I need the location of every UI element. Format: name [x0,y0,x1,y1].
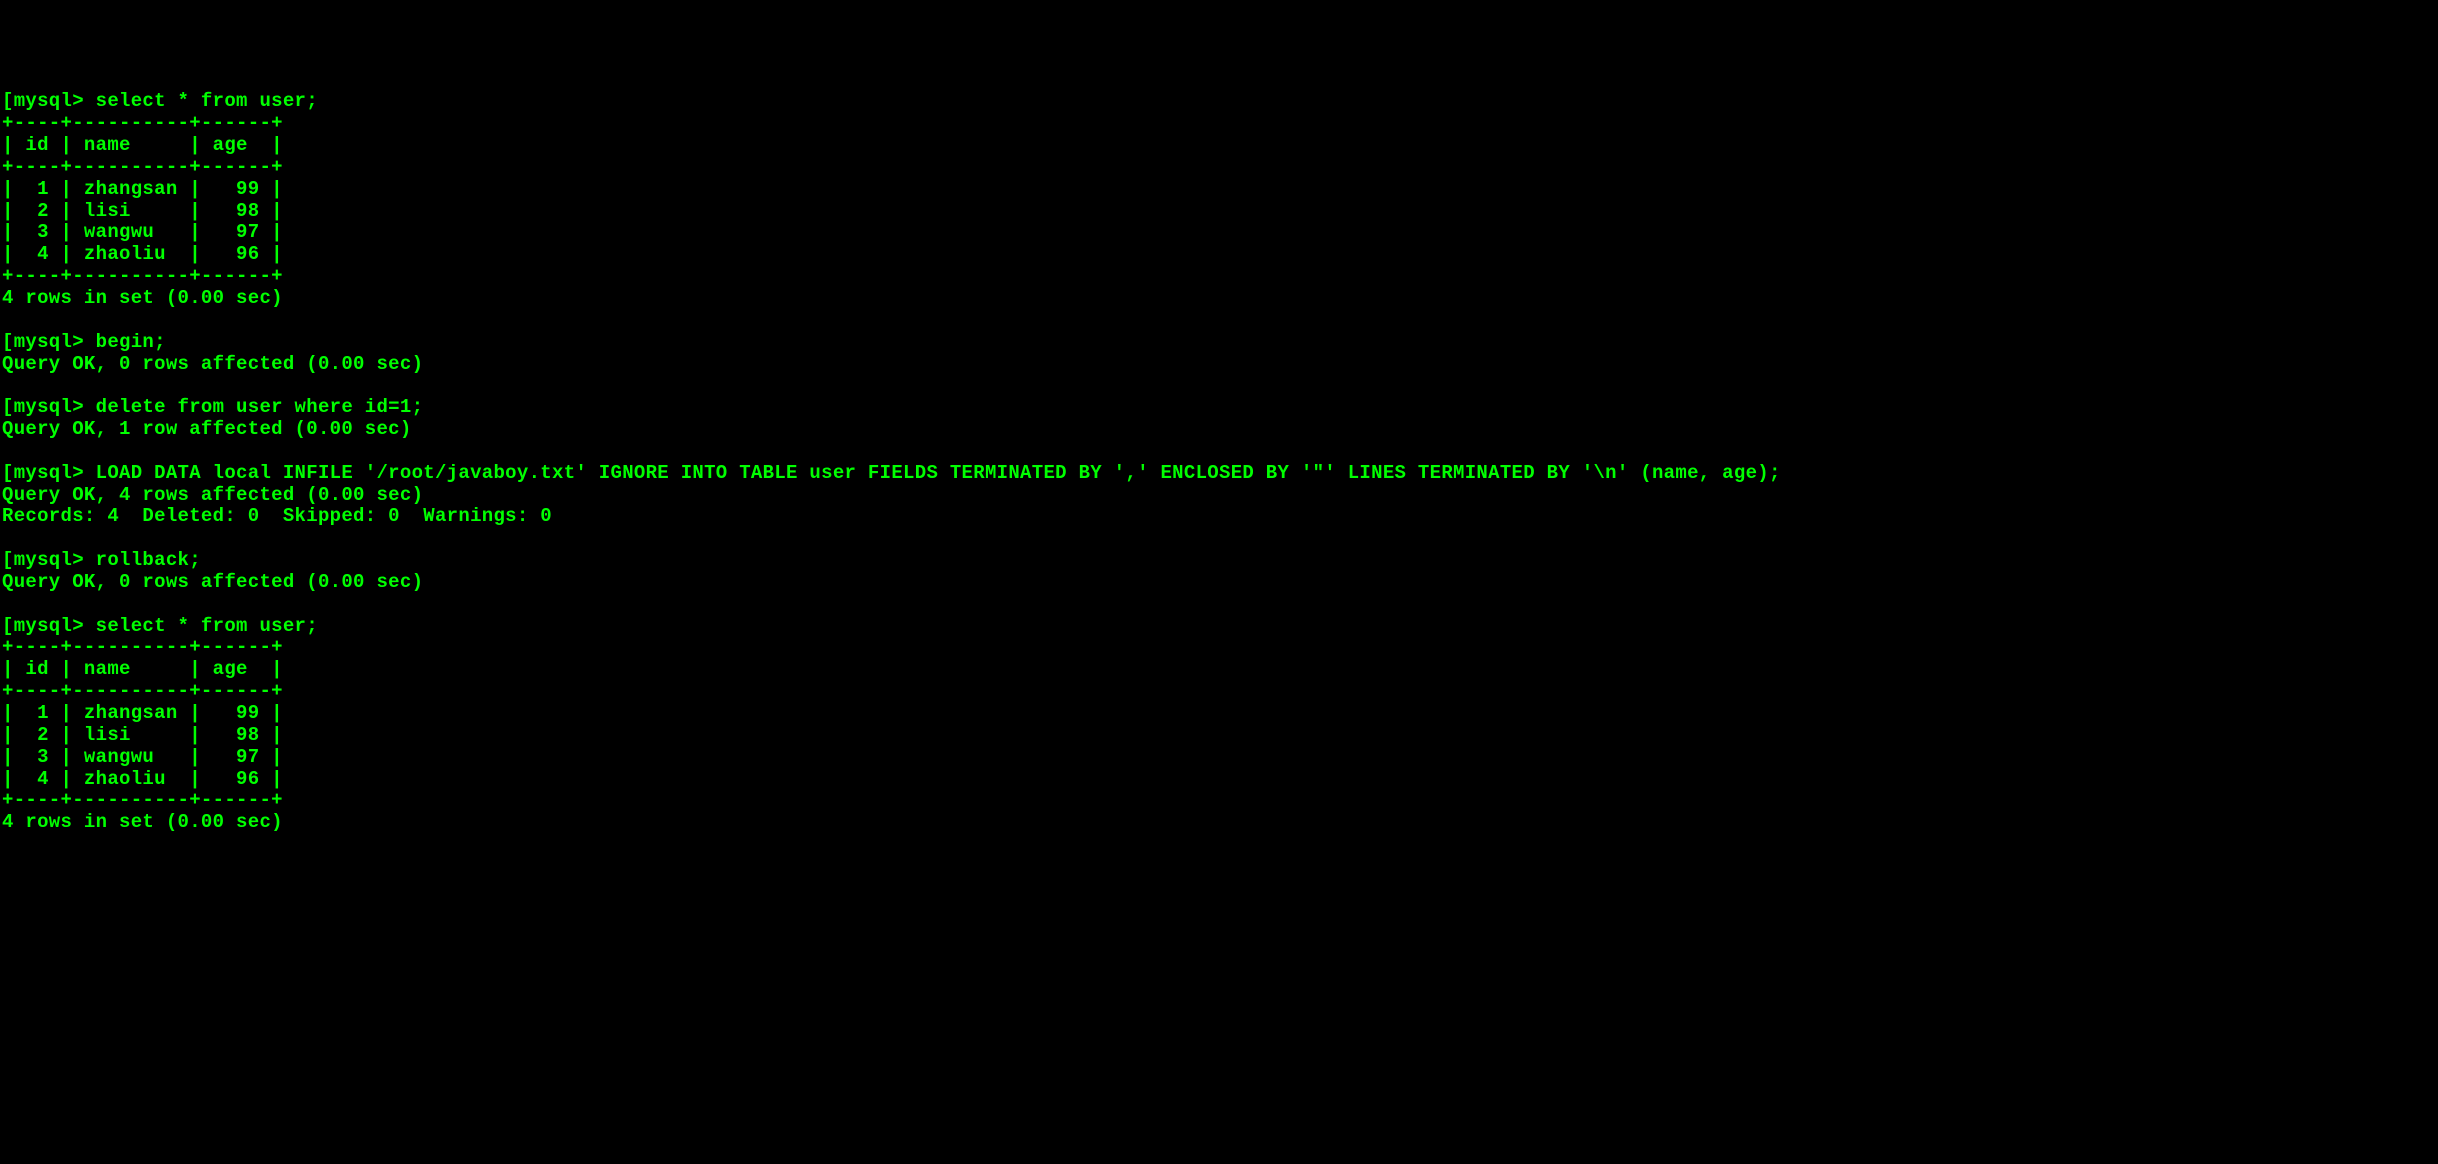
terminal-output[interactable]: [mysql> select * from user; +----+------… [2,91,2436,834]
